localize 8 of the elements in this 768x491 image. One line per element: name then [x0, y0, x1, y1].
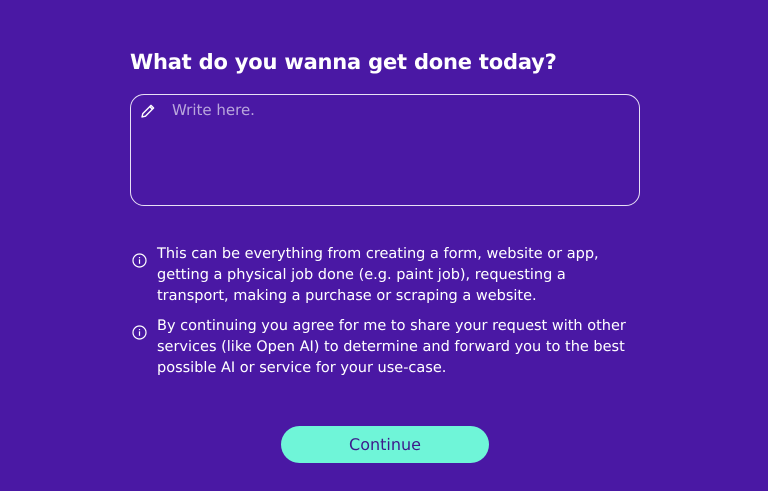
info-icon — [132, 325, 147, 340]
continue-button[interactable]: Continue — [281, 426, 489, 463]
pencil-icon — [140, 103, 156, 119]
info-note: By continuing you agree for me to share your request with other services (like Open AI) to determine and forward you to the best possible AI or service for your use-case. — [157, 317, 627, 378]
request-field[interactable]: Write here. — [130, 94, 640, 206]
info-icon — [132, 253, 147, 268]
info-note: This can be everything from creating a form, website or app, getting a physical job done (e.g. paint job), requesting a transport, making a purchase or scraping a website. — [157, 245, 600, 306]
page-heading: What do you wanna get done today? — [130, 50, 558, 74]
